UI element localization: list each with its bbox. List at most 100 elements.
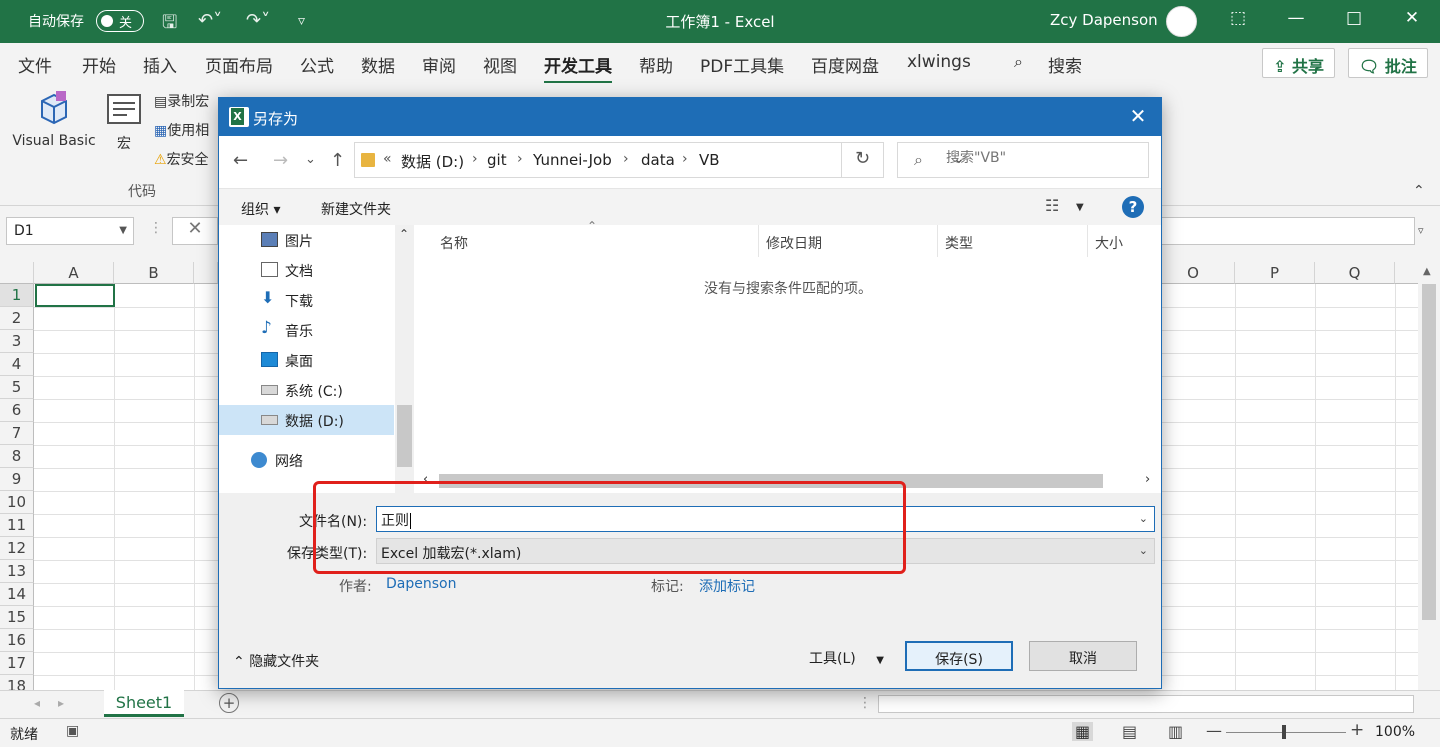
minimize-icon[interactable]: — [1282, 8, 1310, 34]
select-all-corner[interactable] [0, 262, 34, 284]
chevron-right-icon[interactable]: › [472, 151, 478, 167]
column-header[interactable]: P [1235, 262, 1315, 284]
filename-field[interactable]: 正则 ⌄ [376, 506, 1155, 532]
tab-view[interactable]: 视图 [483, 52, 517, 77]
expand-formula-icon[interactable]: ▿ [1418, 224, 1424, 237]
normal-view-icon[interactable]: ▦ [1072, 722, 1094, 741]
scroll-left-icon[interactable]: ‹ [423, 472, 428, 487]
hide-folders-toggle[interactable]: ⌃ 隐藏文件夹 [233, 651, 319, 671]
close-window-icon[interactable]: ✕ [1398, 8, 1426, 34]
maximize-icon[interactable]: □ [1340, 8, 1368, 34]
nav-item-music[interactable]: ♪ 音乐 [219, 315, 394, 345]
tab-page-layout[interactable]: 页面布局 [205, 52, 273, 77]
row-header[interactable]: 5 [0, 376, 34, 399]
avatar[interactable] [1166, 6, 1197, 37]
row-header[interactable]: 17 [0, 652, 34, 675]
comments-button[interactable]: 🗨 批注 [1348, 48, 1428, 78]
macro-security-button[interactable]: ⚠宏安全 [154, 149, 209, 169]
breadcrumb-item[interactable]: VB [699, 151, 720, 169]
row-header[interactable]: 10 [0, 491, 34, 514]
tab-developer[interactable]: 开发工具 [544, 52, 612, 84]
recent-locations-icon[interactable]: ⌄ [305, 152, 316, 167]
nav-item-drive-d[interactable]: 数据 (D:) [219, 405, 394, 435]
column-header[interactable] [1395, 262, 1418, 284]
scroll-up-icon[interactable]: ⌃ [399, 227, 409, 241]
help-icon[interactable]: ? [1122, 196, 1144, 218]
zoom-slider-thumb[interactable] [1282, 725, 1286, 739]
tags-value[interactable]: 添加标记 [699, 576, 755, 596]
breadcrumb-overflow[interactable]: « [383, 151, 392, 167]
nav-item-network[interactable]: 网络 [209, 445, 384, 475]
scroll-thumb[interactable] [1422, 284, 1436, 620]
zoom-slider[interactable] [1226, 732, 1346, 733]
breadcrumb-item[interactable]: Yunnei-Job [533, 151, 612, 169]
column-header[interactable]: B [114, 262, 194, 284]
tab-formulas[interactable]: 公式 [300, 52, 334, 77]
refresh-button[interactable]: ↻ [842, 142, 884, 178]
autosave-toggle[interactable]: 关 [96, 10, 144, 32]
row-header[interactable]: 15 [0, 606, 34, 629]
chevron-down-icon[interactable]: ⌄ [1139, 512, 1148, 525]
tools-menu[interactable]: 工具(L) ▼ [809, 648, 884, 668]
formula-input[interactable] [1160, 217, 1415, 245]
column-header-type[interactable]: 类型 [945, 233, 973, 253]
scroll-right-icon[interactable]: › [1145, 472, 1150, 487]
zoom-out-icon[interactable]: — [1206, 721, 1222, 740]
scroll-up-icon[interactable]: ▲ [1423, 266, 1431, 277]
breadcrumb-item[interactable]: data [641, 151, 675, 169]
row-header[interactable]: 8 [0, 445, 34, 468]
macros-button[interactable]: 宏 [104, 89, 144, 153]
up-folder-icon[interactable]: ↑ [330, 150, 345, 171]
tab-data[interactable]: 数据 [361, 52, 395, 77]
add-sheet-icon[interactable]: + [219, 693, 239, 713]
back-icon[interactable]: ← [233, 150, 248, 171]
nav-scrollbar[interactable]: ⌃ ⌄ [395, 225, 414, 493]
scroll-down-icon[interactable]: ⌄ [399, 473, 409, 487]
row-header[interactable]: 16 [0, 629, 34, 652]
chevron-right-icon[interactable]: › [517, 151, 523, 167]
tell-me-search[interactable]: 搜索 [1048, 52, 1082, 77]
save-icon[interactable]: 🖫 [162, 10, 177, 40]
row-header[interactable]: 1 [0, 284, 34, 307]
page-layout-view-icon[interactable]: ▤ [1122, 722, 1137, 741]
tab-help[interactable]: 帮助 [639, 52, 673, 77]
tab-review[interactable]: 审阅 [422, 52, 456, 77]
name-box[interactable]: D1 ▼ [6, 217, 134, 245]
visual-basic-button[interactable]: Visual Basic [12, 89, 96, 149]
row-header[interactable]: 4 [0, 353, 34, 376]
cancel-button[interactable]: 取消 [1029, 641, 1137, 671]
search-box[interactable]: ⌕ [897, 142, 1149, 178]
organize-menu[interactable]: 组织 ▾ [241, 199, 280, 219]
breadcrumb-item[interactable]: git [487, 151, 507, 169]
undo-icon[interactable]: ↶˅ [198, 10, 222, 31]
chevron-right-icon[interactable]: › [623, 151, 629, 167]
filetype-select[interactable]: Excel 加载宏(*.xlam) ⌄ [376, 538, 1155, 564]
close-dialog-icon[interactable]: ✕ [1123, 104, 1153, 128]
column-header[interactable]: O [1162, 262, 1235, 284]
redo-icon[interactable]: ↷˅ [246, 10, 270, 31]
next-sheet-icon[interactable]: ▸ [58, 696, 64, 710]
save-button[interactable]: 保存(S) [905, 641, 1013, 671]
search-icon[interactable]: ⌕ [1014, 52, 1023, 72]
breadcrumb-item[interactable]: 数据 (D:) [401, 151, 464, 172]
view-options-icon[interactable]: ☷ [1045, 196, 1059, 215]
use-relative-button[interactable]: ▦使用相 [154, 120, 209, 140]
zoom-in-icon[interactable]: + [1350, 720, 1364, 740]
row-header[interactable]: 14 [0, 583, 34, 606]
customize-qat-icon[interactable]: ▿ [298, 13, 305, 29]
column-header-name[interactable]: 名称 [440, 233, 468, 253]
row-header[interactable]: 2 [0, 307, 34, 330]
record-macro-button[interactable]: ▤录制宏 [154, 91, 209, 111]
chevron-down-icon[interactable]: ▼ [1076, 202, 1084, 213]
tab-home[interactable]: 开始 [82, 52, 116, 77]
active-cell[interactable] [35, 284, 115, 307]
accessibility-icon[interactable]: ▣ [66, 723, 79, 739]
page-break-view-icon[interactable]: ▥ [1168, 722, 1183, 741]
nav-item-pictures[interactable]: 图片 [219, 225, 394, 255]
horizontal-scrollbar[interactable] [878, 695, 1414, 713]
ribbon-display-icon[interactable]: ⬚ [1224, 8, 1252, 34]
row-header[interactable]: 3 [0, 330, 34, 353]
file-list[interactable]: ⌃ 名称 修改日期 类型 大小 没有与搜索条件匹配的项。 ‹ › [415, 219, 1161, 493]
tab-baidu-netdisk[interactable]: 百度网盘 [811, 52, 879, 77]
row-header[interactable]: 9 [0, 468, 34, 491]
